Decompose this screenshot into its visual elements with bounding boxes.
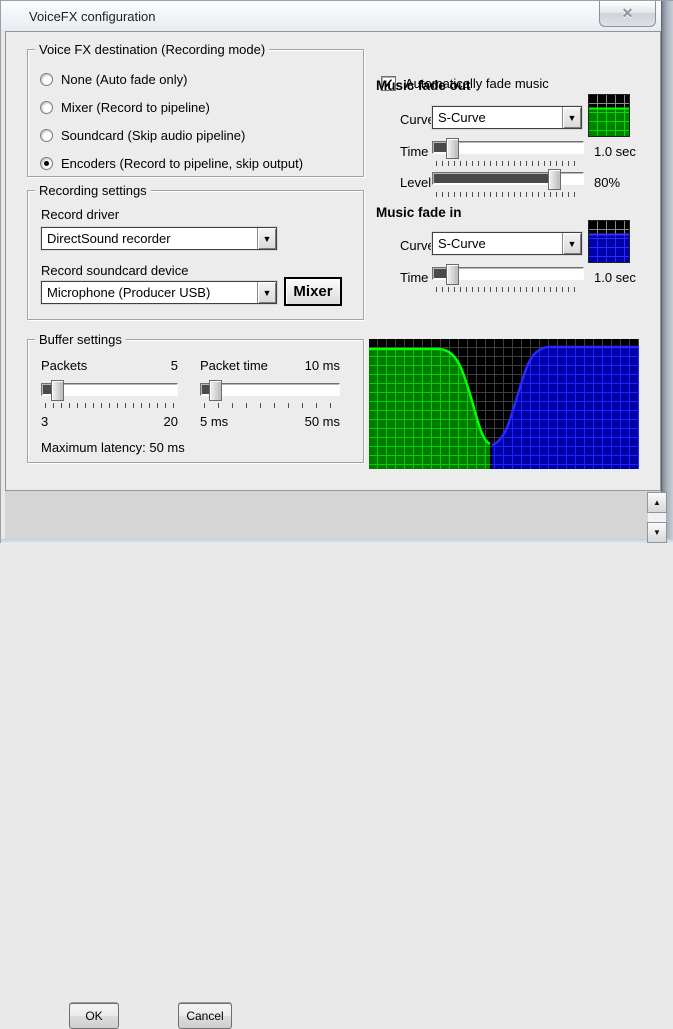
- fade-out-time-slider[interactable]: [432, 138, 584, 166]
- record-driver-label: Record driver: [41, 207, 120, 222]
- packet-time-label: Packet time: [200, 358, 268, 373]
- max-latency-text: Maximum latency: 50 ms: [41, 440, 185, 455]
- scroll-up-button[interactable]: ▲: [647, 492, 667, 513]
- ok-button[interactable]: OK: [69, 1003, 119, 1029]
- packet-time-max: 50 ms: [304, 414, 340, 429]
- radio-icon[interactable]: [40, 128, 53, 142]
- fade-in-time-slider[interactable]: [432, 264, 584, 292]
- packets-value: 5: [170, 358, 178, 373]
- chevron-down-icon[interactable]: ▼: [257, 228, 276, 249]
- packet-time-slider[interactable]: [200, 380, 340, 408]
- fade-in-curve-label: Curve: [400, 238, 435, 253]
- packets-min: 3: [41, 414, 49, 429]
- window-frame-bottom: [1, 539, 673, 544]
- packets-label: Packets: [41, 358, 88, 373]
- fade-out-preview-icon: [588, 94, 630, 137]
- slider-ticks: [436, 287, 580, 292]
- title-bar[interactable]: VoiceFX configuration: [1, 1, 673, 31]
- radio-label: Mixer (Record to pipeline): [61, 99, 210, 115]
- fade-out-time-value: 1.0 sec: [594, 144, 636, 159]
- dialog-content: Voice FX destination (Recording mode) No…: [5, 31, 661, 491]
- slider-thumb[interactable]: [209, 380, 223, 401]
- fade-out-heading: Music fade out: [376, 78, 471, 93]
- radio-option-encoders[interactable]: Encoders (Record to pipeline, skip outpu…: [40, 154, 303, 172]
- slider-thumb[interactable]: [445, 264, 459, 285]
- record-driver-value: DirectSound recorder: [47, 231, 171, 246]
- scroll-down-button[interactable]: ▼: [647, 522, 667, 543]
- scroll-down-icon: ▼: [653, 528, 661, 537]
- fade-out-curve-select[interactable]: S-Curve ▼: [432, 106, 582, 129]
- slider-thumb[interactable]: [547, 169, 561, 190]
- packet-time-value: 10 ms: [304, 358, 340, 373]
- chevron-down-icon[interactable]: ▼: [257, 282, 276, 303]
- destination-group: Voice FX destination (Recording mode) No…: [27, 42, 364, 177]
- chevron-down-icon[interactable]: ▼: [562, 233, 581, 254]
- scrollbar-track[interactable]: [648, 513, 666, 522]
- packets-max: 20: [163, 414, 178, 429]
- chevron-down-icon[interactable]: ▼: [562, 107, 581, 128]
- close-button[interactable]: ✕: [599, 1, 656, 27]
- record-driver-select[interactable]: DirectSound recorder ▼: [41, 227, 277, 250]
- fade-out-curve-label: Curve: [400, 112, 435, 127]
- packet-time-min: 5 ms: [200, 414, 229, 429]
- radio-icon[interactable]: [40, 156, 53, 170]
- fade-in-preview-icon: [588, 220, 630, 263]
- slider-thumb[interactable]: [51, 380, 65, 401]
- cancel-button[interactable]: Cancel: [178, 1003, 232, 1029]
- slider-track[interactable]: [432, 172, 584, 185]
- radio-option-soundcard[interactable]: Soundcard (Skip audio pipeline): [40, 126, 245, 144]
- buffer-group: Buffer settings Packets 5 3 20 Packet ti…: [27, 332, 364, 463]
- record-device-value: Microphone (Producer USB): [47, 285, 211, 300]
- close-icon: ✕: [621, 5, 634, 21]
- fade-in-time-label: Time: [400, 270, 429, 285]
- crossfade-graph: [369, 339, 639, 469]
- fade-out-level-value: 80%: [594, 175, 621, 190]
- slider-ticks: [45, 403, 174, 408]
- slider-ticks: [436, 192, 580, 197]
- recording-group: Recording settings Record driver DirectS…: [27, 183, 364, 320]
- slider-ticks: [204, 403, 336, 408]
- slider-ticks: [436, 161, 580, 166]
- fade-in-heading: Music fade in: [376, 205, 462, 220]
- window-title: VoiceFX configuration: [29, 9, 156, 24]
- window-frame-right: [661, 1, 673, 544]
- record-device-label: Record soundcard device: [41, 263, 189, 278]
- fade-in-curve-value: S-Curve: [438, 236, 486, 251]
- buffer-group-title: Buffer settings: [35, 332, 126, 347]
- radio-icon[interactable]: [40, 72, 53, 86]
- dialog-footer: OK Cancel: [5, 491, 661, 1029]
- recording-group-title: Recording settings: [35, 183, 151, 198]
- mixer-button[interactable]: Mixer: [284, 277, 342, 306]
- slider-thumb[interactable]: [445, 138, 459, 159]
- radio-option-mixer[interactable]: Mixer (Record to pipeline): [40, 98, 210, 116]
- radio-option-none[interactable]: None (Auto fade only): [40, 70, 187, 88]
- packets-slider[interactable]: [41, 380, 178, 408]
- fade-out-level-label: Level: [400, 175, 432, 190]
- radio-label: None (Auto fade only): [61, 71, 188, 87]
- fade-in-time-value: 1.0 sec: [594, 270, 636, 285]
- radio-icon[interactable]: [40, 100, 53, 114]
- scroll-up-icon: ▲: [653, 498, 661, 507]
- vertical-scrollbar[interactable]: ▲ ▼: [647, 492, 667, 543]
- fade-out-time-label: Time: [400, 144, 429, 159]
- destination-group-title: Voice FX destination (Recording mode): [35, 42, 270, 57]
- fade-out-level-slider[interactable]: [432, 169, 584, 197]
- fade-in-curve-select[interactable]: S-Curve ▼: [432, 232, 582, 255]
- radio-label: Soundcard (Skip audio pipeline): [61, 127, 246, 143]
- radio-label: Encoders (Record to pipeline, skip outpu…: [61, 155, 304, 171]
- fade-out-curve-value: S-Curve: [438, 110, 486, 125]
- voicefx-dialog: VoiceFX configuration ✕ Voice FX destina…: [0, 0, 673, 1029]
- record-device-select[interactable]: Microphone (Producer USB) ▼: [41, 281, 277, 304]
